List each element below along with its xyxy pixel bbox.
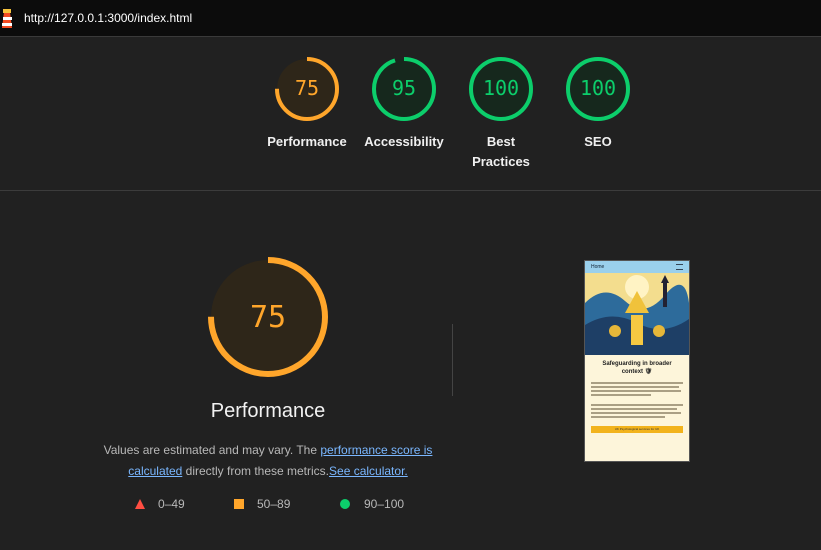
square-icon — [234, 499, 244, 509]
gauge-label: SEO — [584, 134, 612, 149]
desc-text: Values are estimated and may vary. The — [103, 443, 321, 457]
gauge-score: 100 — [483, 76, 519, 100]
text-line — [591, 390, 681, 392]
performance-main-gauge: 75 — [207, 256, 329, 378]
desc-text: directly from these metrics. — [182, 464, 330, 478]
final-screenshot[interactable]: Home Safeguarding in broader context 🛡 U… — [584, 260, 690, 462]
vertical-separator — [452, 324, 453, 396]
gauge-score: 95 — [392, 76, 416, 100]
text-line — [591, 394, 651, 396]
text-line — [591, 404, 683, 406]
gauge-score: 100 — [580, 76, 616, 100]
legend-average: 50–89 — [233, 497, 290, 511]
legend-range: 90–100 — [364, 497, 405, 511]
text-line — [591, 412, 681, 414]
text-line — [591, 382, 683, 384]
lighthouse-logo-icon — [0, 8, 14, 28]
score-description: Values are estimated and may vary. The p… — [100, 440, 436, 482]
screenshot-nav-home: Home — [591, 264, 605, 270]
text-line — [591, 416, 665, 418]
gauge-label: Accessibility — [364, 134, 444, 149]
screenshot-hero-image — [585, 273, 689, 355]
text-line — [591, 386, 679, 388]
category-gauges: 75 Performance 95 Accessibility 100 Best… — [0, 56, 821, 186]
best-practices-gauge-ring: 100 — [469, 57, 533, 121]
score-legend: 0–49 50–89 90–100 — [0, 497, 500, 517]
screenshot-cta-button: UK Psychological services for UK — [591, 426, 683, 433]
legend-pass: 90–100 — [339, 497, 404, 511]
gauge-label: Performance — [267, 134, 347, 149]
seo-gauge-ring: 100 — [566, 57, 630, 121]
menu-icon — [676, 264, 683, 270]
gauge-performance[interactable]: 75 Performance — [257, 56, 357, 152]
gauge-accessibility[interactable]: 95 Accessibility — [354, 56, 454, 152]
legend-fail: 0–49 — [134, 497, 185, 511]
gauge-seo[interactable]: 100 SEO — [548, 56, 648, 152]
legend-range: 0–49 — [158, 497, 185, 511]
text-line — [591, 408, 677, 410]
main-title: Performance — [210, 400, 326, 422]
legend-range: 50–89 — [257, 497, 291, 511]
performance-gauge-ring: 75 — [275, 57, 339, 121]
circle-icon — [340, 499, 350, 509]
section-divider — [0, 190, 821, 191]
screenshot-nav: Home — [585, 261, 689, 273]
page-url[interactable]: http://127.0.0.1:3000/index.html — [24, 11, 192, 25]
address-bar: http://127.0.0.1:3000/index.html — [0, 0, 821, 37]
triangle-icon — [135, 499, 145, 509]
screenshot-content: Safeguarding in broader context 🛡 UK Psy… — [585, 355, 689, 461]
gauge-score: 75 — [295, 76, 319, 100]
main-score: 75 — [250, 300, 286, 335]
gauge-label: Best Practices — [472, 134, 530, 169]
accessibility-gauge-ring: 95 — [372, 57, 436, 121]
screenshot-heading: Safeguarding in broader context 🛡 — [602, 361, 672, 375]
gauge-best-practices[interactable]: 100 Best Practices — [451, 56, 551, 172]
see-calculator-link[interactable]: See calculator. — [329, 464, 408, 478]
